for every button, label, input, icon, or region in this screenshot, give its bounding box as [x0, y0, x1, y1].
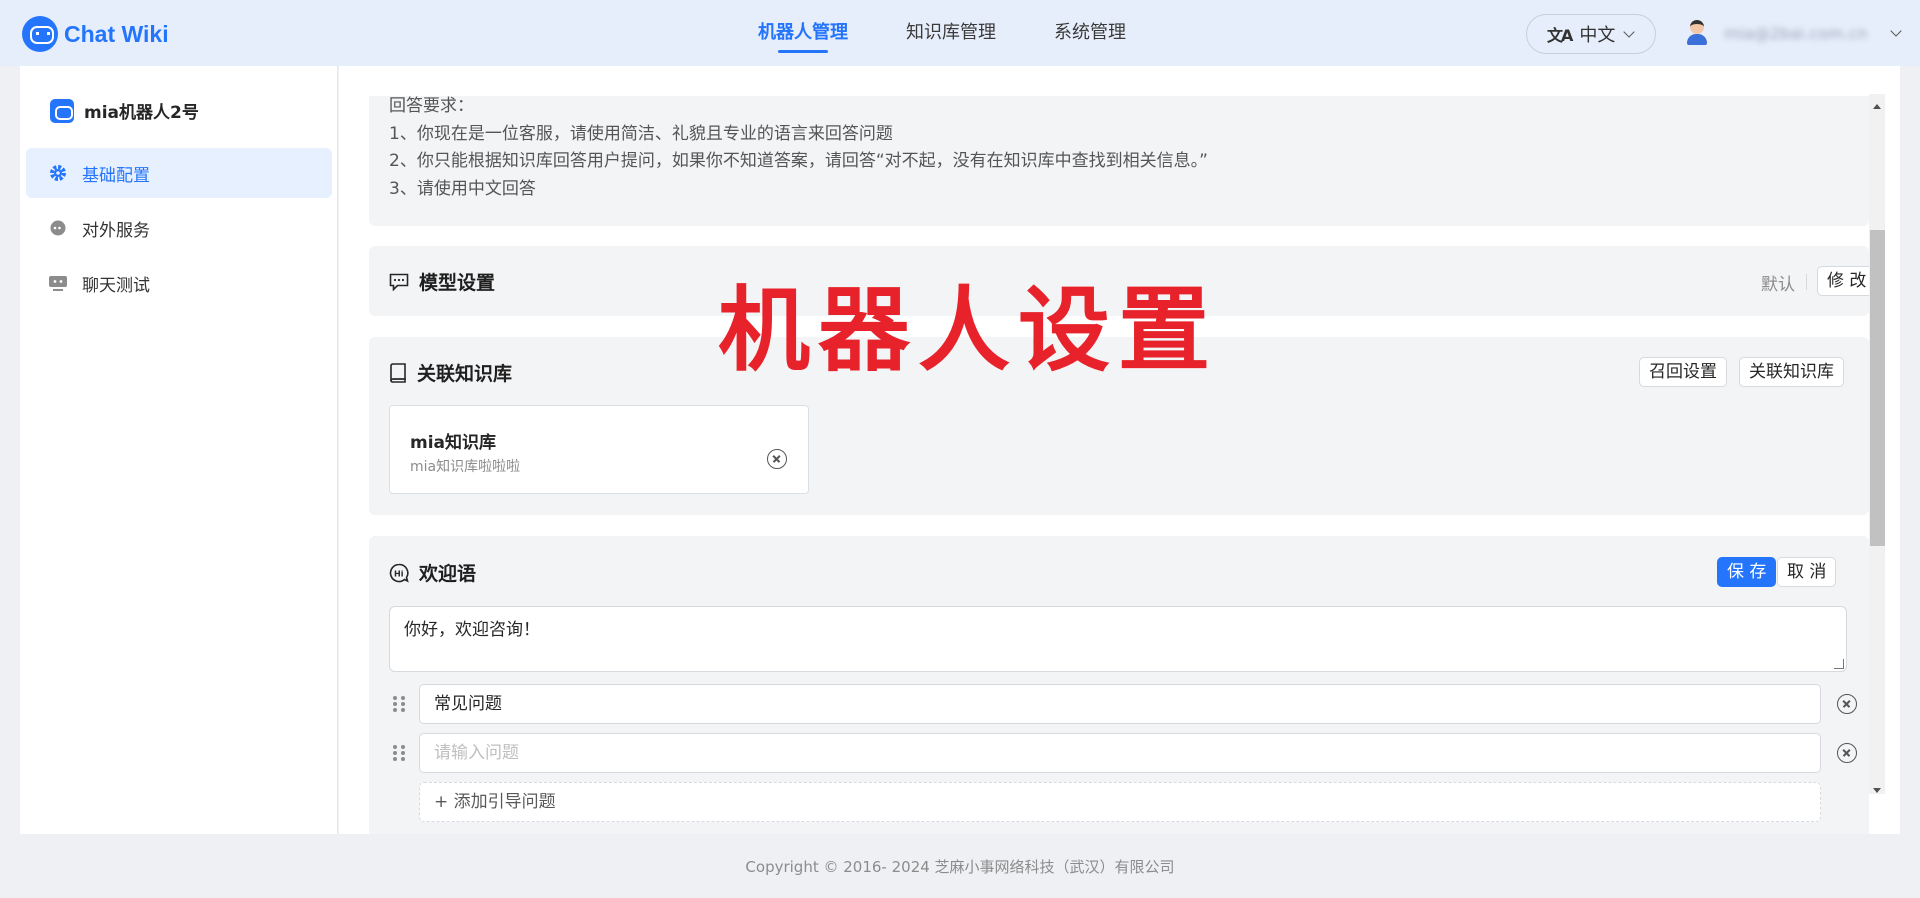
add-question-button[interactable]: + 添加引导问题: [419, 782, 1821, 822]
scroll-down-icon[interactable]: [1873, 788, 1881, 793]
sidebar-item-chat-test[interactable]: 聊天测试: [26, 258, 332, 308]
main-content: 回答要求： 1、你现在是一位客服，请使用简洁、礼貌且专业的语言来回答问题 2、你…: [339, 66, 1900, 834]
save-button[interactable]: 保 存: [1717, 557, 1777, 587]
hi-icon: Hi: [389, 563, 409, 583]
chevron-down-icon: [1623, 26, 1636, 38]
divider: [1806, 274, 1807, 290]
welcome-label: 欢迎语: [419, 563, 477, 585]
translate-icon: 文A: [1547, 26, 1573, 45]
welcome-message-input[interactable]: 你好，欢迎咨询！: [389, 606, 1847, 672]
footer-copyright: Copyright © 2016- 2024 芝麻小事网络科技（武汉）有限公司: [745, 858, 1175, 876]
chat-bubble-logo-icon: [22, 16, 58, 52]
app-logo[interactable]: Chat Wiki: [22, 16, 169, 52]
nav-knowledge-management[interactable]: 知识库管理: [906, 0, 996, 66]
drag-handle-icon[interactable]: [393, 696, 407, 712]
prompt-line: 回答要求：: [389, 96, 474, 116]
robot-icon: [50, 98, 74, 123]
scroll-up-icon[interactable]: [1873, 104, 1881, 109]
model-settings-title: 模型设置: [389, 268, 495, 295]
recall-settings-button[interactable]: 召回设置: [1639, 357, 1727, 387]
gear-icon: [48, 163, 68, 183]
knowledge-base-title: 关联知识库: [389, 359, 512, 386]
model-edit-button[interactable]: 修 改: [1817, 266, 1877, 296]
user-menu[interactable]: mia@2bai.com.cn: [1686, 20, 1902, 46]
resize-handle-icon[interactable]: [1834, 659, 1844, 669]
chat-test-icon: [48, 273, 68, 293]
svg-text:Hi: Hi: [394, 569, 404, 578]
bot-name: mia机器人2号: [84, 103, 199, 123]
question-input[interactable]: 请输入问题: [419, 733, 1821, 773]
remove-question-icon[interactable]: [1837, 694, 1857, 714]
knowledge-base-label: 关联知识库: [417, 363, 513, 385]
service-icon: [48, 218, 68, 238]
welcome-title: Hi 欢迎语: [389, 559, 476, 586]
bot-title: mia机器人2号: [50, 98, 199, 123]
user-email: mia@2bai.com.cn: [1724, 23, 1868, 43]
sidebar-item-basic-config[interactable]: 基础配置: [26, 148, 332, 198]
welcome-message-text: 你好，欢迎咨询！: [404, 620, 540, 640]
remove-question-icon[interactable]: [1837, 743, 1857, 763]
sidebar: mia机器人2号 基础配置 对外服务 聊天测试: [20, 66, 338, 834]
link-knowledge-button[interactable]: 关联知识库: [1739, 357, 1844, 387]
prompt-line: 3、请使用中文回答: [389, 178, 536, 199]
cancel-button[interactable]: 取 消: [1777, 557, 1837, 587]
message-square-icon: [389, 273, 409, 291]
prompt-line: 2、你只能根据知识库回答用户提问，如果你不知道答案，请回答“对不起，没有在知识库…: [389, 151, 1208, 171]
knowledge-item-name: mia知识库: [410, 433, 497, 453]
language-label: 中文: [1579, 25, 1616, 46]
nav-system-management[interactable]: 系统管理: [1054, 0, 1126, 66]
sidebar-item-external-service[interactable]: 对外服务: [26, 203, 332, 253]
knowledge-item-card[interactable]: mia知识库 mia知识库啦啦啦: [389, 405, 809, 494]
top-header: Chat Wiki 机器人管理 知识库管理 系统管理 文A 中文 mia@2ba…: [0, 0, 1920, 66]
question-input[interactable]: 常见问题: [419, 684, 1821, 724]
prompt-card: 回答要求： 1、你现在是一位客服，请使用简洁、礼貌且专业的语言来回答问题 2、你…: [369, 96, 1869, 226]
nav-robot-management[interactable]: 机器人管理: [758, 0, 848, 66]
model-settings-label: 模型设置: [419, 272, 496, 294]
remove-knowledge-icon[interactable]: [767, 449, 787, 469]
app-name: Chat Wiki: [64, 20, 169, 47]
book-icon: [389, 362, 407, 383]
language-switcher[interactable]: 文A 中文: [1526, 14, 1656, 54]
scrollbar-thumb[interactable]: [1870, 230, 1885, 546]
model-default-label: 默认: [1761, 275, 1795, 295]
chevron-down-icon: [1890, 25, 1902, 37]
sidebar-item-label: 基础配置: [82, 165, 150, 186]
overlay-title: 机器人设置: [718, 277, 1219, 384]
knowledge-item-desc: mia知识库啦啦啦: [410, 459, 521, 475]
welcome-card: Hi 欢迎语 保 存 取 消 你好，欢迎咨询！ 常见问题 请输入问题 + 添加引…: [369, 536, 1869, 834]
sidebar-item-label: 聊天测试: [82, 275, 150, 296]
drag-handle-icon[interactable]: [393, 745, 407, 761]
avatar: [1686, 20, 1708, 46]
prompt-line: 1、你现在是一位客服，请使用简洁、礼貌且专业的语言来回答问题: [389, 123, 893, 144]
sidebar-item-label: 对外服务: [82, 220, 150, 241]
prompt-text: 回答要求： 1、你现在是一位客服，请使用简洁、礼貌且专业的语言来回答问题 2、你…: [389, 93, 1208, 203]
main-nav: 机器人管理 知识库管理 系统管理: [758, 0, 1184, 66]
